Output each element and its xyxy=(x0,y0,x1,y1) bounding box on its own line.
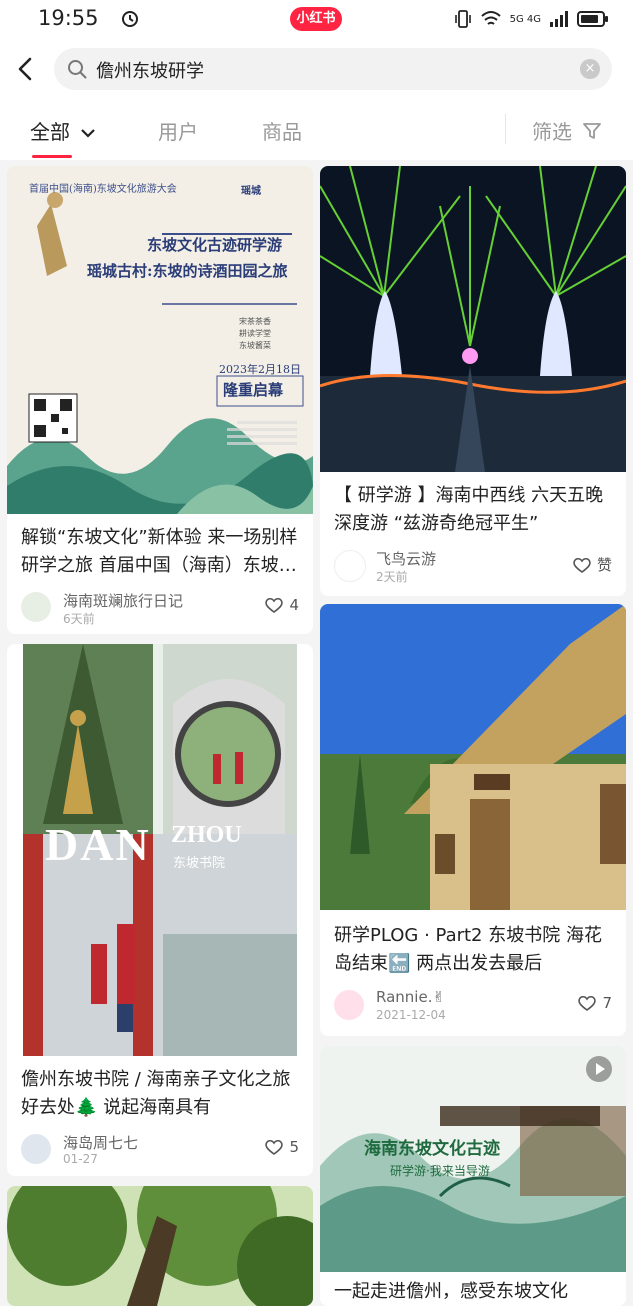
filter-label: 筛选 xyxy=(532,120,572,144)
note-card[interactable]: 首届中国(海南)东坡文化旅游大会 瑶城 东坡文化古迹研学游 瑶城古村:东坡的诗酒… xyxy=(7,166,313,634)
signal-icon xyxy=(550,11,568,27)
thatched-hut-photo xyxy=(320,604,626,910)
author-name[interactable]: 海南斑斓旅行日记 xyxy=(63,590,183,611)
heart-icon xyxy=(265,1139,284,1155)
note-title[interactable]: 研学PLOG · Part2 东坡书院 海花岛结束🔚 两点出发去最后 xyxy=(334,922,612,978)
post-date: 6天前 xyxy=(63,612,95,626)
back-icon[interactable] xyxy=(12,52,40,86)
poster-launch: 隆重启幕 xyxy=(223,381,284,399)
poster-date: 2023年2月18日 xyxy=(219,363,301,376)
filter-button[interactable]: 筛选 xyxy=(532,116,602,145)
note-title[interactable]: 【 研学游 】海南中西线 六天五晚深度游 “兹游奇绝冠平生” xyxy=(334,482,612,538)
heart-icon xyxy=(573,557,591,573)
like-button[interactable]: 4 xyxy=(265,596,299,614)
wifi-icon xyxy=(480,11,501,25)
chevron-down-icon xyxy=(81,129,96,138)
clock: 19:55 xyxy=(38,6,99,30)
note-cover-image[interactable]: 海南东坡文化古迹 研学游·我来当导游 xyxy=(320,1046,626,1272)
note-card[interactable]: 研学PLOG · Part2 东坡书院 海花岛结束🔚 两点出发去最后 Ranni… xyxy=(320,604,626,1036)
note-card[interactable]: 海南东坡文化古迹 研学游·我来当导游 一起走进儋州，感受东坡文化 xyxy=(320,1046,626,1306)
search-icon xyxy=(68,60,87,79)
filter-icon xyxy=(583,123,602,139)
search-header: 儋州东坡研学 × xyxy=(0,40,633,100)
note-title[interactable]: 解锁“东坡文化”新体验 来一场别样研学之旅 首届中国（海南）东坡文化旅游大会 xyxy=(21,524,299,580)
tab-divider xyxy=(505,114,506,144)
search-input[interactable]: 儋州东坡研学 × xyxy=(54,48,612,90)
play-button[interactable] xyxy=(586,1056,612,1082)
avatar[interactable] xyxy=(21,1134,51,1164)
note-cover-image[interactable]: 首届中国(海南)东坡文化旅游大会 瑶城 东坡文化古迹研学游 瑶城古村:东坡的诗酒… xyxy=(7,166,313,514)
heart-icon xyxy=(578,995,597,1011)
poster-brand: 瑶城 xyxy=(241,186,261,197)
active-tab-indicator xyxy=(32,155,72,158)
battery-icon xyxy=(577,11,608,27)
tree-photo xyxy=(7,1186,313,1306)
note-card[interactable]: 【 研学游 】海南中西线 六天五晚深度游 “兹游奇绝冠平生” 飞鸟云游 2天前 … xyxy=(320,166,626,596)
poster-tag: 宋茶茶香 xyxy=(239,317,271,326)
overlay-dan: DAN xyxy=(45,819,151,870)
note-meta: 飞鸟云游 2天前 赞 xyxy=(334,548,612,588)
like-button[interactable]: 7 xyxy=(578,994,612,1012)
overlay-zhou: ZHOU xyxy=(171,822,242,848)
avatar[interactable] xyxy=(21,592,51,622)
like-count: 5 xyxy=(289,1138,299,1156)
like-label: 赞 xyxy=(596,556,612,574)
tab-all[interactable]: 全部 xyxy=(30,116,96,145)
tab-users[interactable]: 用户 xyxy=(158,116,198,145)
status-icons: 5G 4G xyxy=(454,9,609,29)
author-name[interactable]: 海岛周七七 xyxy=(63,1132,138,1153)
note-title[interactable]: 儋州东坡书院 / 海南亲子文化之旅好去处🌲 说起海南具有 xyxy=(21,1066,299,1122)
network-label: 5G 4G xyxy=(509,13,541,25)
post-date: 2021-12-04 xyxy=(376,1008,446,1022)
tab-goods[interactable]: 商品 xyxy=(262,116,302,145)
poster-top-line: 首届中国(海南)东坡文化旅游大会 xyxy=(29,184,177,195)
like-count: 7 xyxy=(602,994,612,1012)
vibrate-icon xyxy=(454,10,471,28)
like-button[interactable]: 5 xyxy=(265,1138,299,1156)
like-count: 4 xyxy=(289,596,299,614)
note-cover-image[interactable]: DAN ZHOU 东坡书院 xyxy=(23,644,297,1056)
overlay-sub: 东坡书院 xyxy=(173,856,226,871)
post-date: 2天前 xyxy=(376,570,408,584)
note-card[interactable] xyxy=(7,1186,313,1306)
laser-show-photo xyxy=(320,166,626,472)
video-cover-art xyxy=(320,1046,626,1272)
like-button[interactable]: 赞 xyxy=(573,554,612,575)
poster-headline: 东坡文化古迹研学游 xyxy=(147,236,283,254)
tab-bar: 全部 用户 商品 筛选 xyxy=(0,100,633,160)
tab-all-label: 全部 xyxy=(30,120,70,144)
post-date: 01-27 xyxy=(63,1152,98,1166)
avatar[interactable] xyxy=(334,990,364,1020)
overlay-title: 海南东坡文化古迹 xyxy=(364,1139,500,1159)
note-cover-image[interactable] xyxy=(7,1186,313,1306)
poster-subheadline: 瑶城古村:东坡的诗酒田园之旅 xyxy=(87,262,288,280)
poster-tag: 东坡酱菜 xyxy=(239,341,271,350)
overlay-subtitle: 研学游·我来当导游 xyxy=(390,1164,490,1178)
play-icon xyxy=(596,1063,605,1075)
author-name[interactable]: 飞鸟云游 xyxy=(376,548,436,569)
heart-icon xyxy=(265,597,284,613)
poster-tag: 耕读学堂 xyxy=(239,329,271,338)
note-title[interactable]: 一起走进儋州，感受东坡文化 xyxy=(334,1278,612,1306)
note-card[interactable]: DAN ZHOU 东坡书院 儋州东坡书院 / 海南亲子文化之旅好去处🌲 说起海南… xyxy=(7,644,313,1176)
alarm-icon xyxy=(122,11,138,27)
note-meta: 海岛周七七 01-27 5 xyxy=(21,1132,299,1172)
clear-icon[interactable]: × xyxy=(580,59,600,79)
search-query[interactable]: 儋州东坡研学 xyxy=(96,57,204,83)
author-name[interactable]: Rannie.✌ xyxy=(376,988,445,1006)
avatar[interactable] xyxy=(334,550,366,582)
app-badge: 小红书 xyxy=(290,7,342,31)
note-meta: 海南斑斓旅行日记 6天前 4 xyxy=(21,590,299,630)
status-bar: 19:55 小红书 5G 4G xyxy=(0,0,633,40)
note-meta: Rannie.✌ 2021-12-04 7 xyxy=(334,988,612,1028)
note-cover-image[interactable] xyxy=(320,604,626,910)
note-cover-image[interactable] xyxy=(320,166,626,472)
poster-tags: 宋茶茶香 耕读学堂 东坡酱菜 xyxy=(239,316,271,352)
